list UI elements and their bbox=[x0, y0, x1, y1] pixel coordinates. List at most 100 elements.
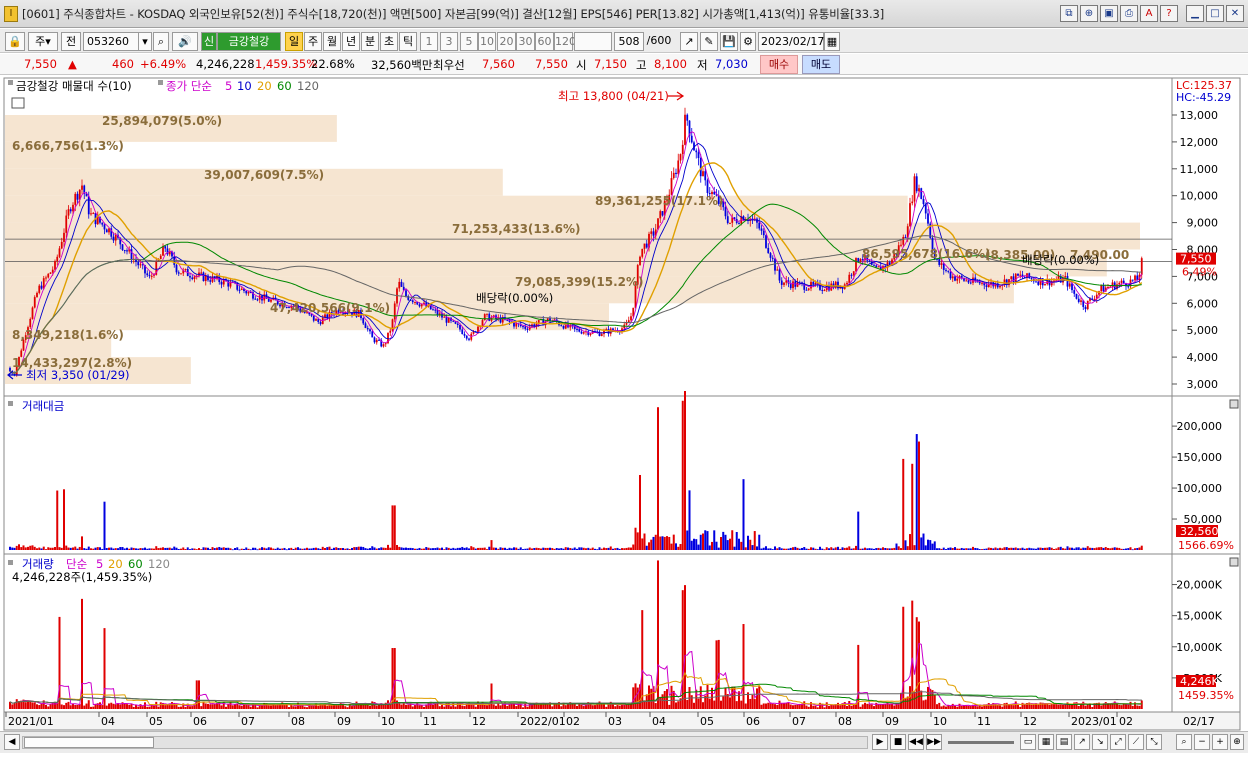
zoom-out-icon[interactable]: ⌕ bbox=[1176, 734, 1192, 750]
interval-input[interactable] bbox=[574, 32, 612, 51]
candle-body bbox=[177, 272, 180, 274]
interval-button-4[interactable]: 20 bbox=[497, 32, 516, 51]
period-button-4[interactable]: 분 bbox=[361, 32, 379, 51]
draw-ray-icon[interactable]: ⤢ bbox=[1110, 734, 1126, 750]
amount-bar bbox=[960, 547, 963, 550]
fast-forward-icon[interactable]: ▶▶ bbox=[926, 734, 942, 750]
scroll-left-icon[interactable]: ◀ bbox=[4, 734, 20, 750]
amount-bar bbox=[1100, 547, 1103, 550]
amount-bar bbox=[974, 547, 977, 550]
maximize-icon[interactable]: □ bbox=[1206, 5, 1224, 22]
volume-bar bbox=[758, 686, 761, 709]
period-button-5[interactable]: 초 bbox=[380, 32, 398, 51]
candle-body bbox=[317, 319, 320, 322]
count-input[interactable]: 508 bbox=[614, 32, 644, 51]
amount-bar bbox=[783, 548, 785, 550]
minus-icon[interactable]: − bbox=[1194, 734, 1210, 750]
interval-button-6[interactable]: 60 bbox=[535, 32, 554, 51]
restore-icon[interactable]: ⧉ bbox=[1060, 5, 1078, 22]
period-button-1[interactable]: 주 bbox=[304, 32, 322, 51]
candle-body bbox=[238, 289, 241, 291]
volume-bar bbox=[463, 706, 466, 709]
amount-collapse-icon[interactable] bbox=[1229, 399, 1239, 409]
zoom-icon[interactable]: ⊕ bbox=[1080, 5, 1098, 22]
volume-collapse-icon[interactable] bbox=[1229, 557, 1239, 567]
interval-button-7[interactable]: 120 bbox=[554, 32, 576, 51]
candle-body bbox=[1086, 300, 1089, 310]
chart-svg[interactable]: 13,00012,00011,00010,0009,0008,0007,0006… bbox=[0, 76, 1248, 731]
print-icon[interactable]: ⎙ bbox=[1120, 5, 1138, 22]
amount-bar bbox=[573, 547, 576, 550]
candle-body bbox=[398, 281, 401, 289]
candle-body bbox=[945, 269, 947, 271]
amount-bar bbox=[1053, 549, 1055, 550]
volume-bar bbox=[1059, 704, 1062, 709]
amount-bar bbox=[175, 547, 178, 550]
interval-button-5[interactable]: 30 bbox=[516, 32, 535, 51]
expand-icon[interactable]: ⊕ bbox=[1230, 734, 1244, 750]
turnover: 22.68% bbox=[311, 57, 355, 71]
volume-bar bbox=[960, 705, 963, 709]
close-icon[interactable]: ✕ bbox=[1226, 5, 1244, 22]
draw-line-icon[interactable]: ↗ bbox=[1074, 734, 1090, 750]
plus-icon[interactable]: + bbox=[1212, 734, 1228, 750]
sell-button[interactable]: 매도 bbox=[802, 55, 840, 74]
save-icon[interactable]: 💾 bbox=[720, 32, 738, 51]
price-tick-label: 4,000 bbox=[1187, 351, 1219, 364]
candle-body bbox=[1102, 285, 1105, 292]
amount-bar bbox=[1091, 547, 1094, 550]
draw-curve-icon[interactable]: ↘ bbox=[1092, 734, 1108, 750]
rewind-icon[interactable]: ◀◀ bbox=[908, 734, 924, 750]
candle-body bbox=[913, 176, 916, 202]
code-dropdown-icon[interactable]: ▾ bbox=[138, 32, 152, 51]
search-icon[interactable]: ⌕ bbox=[153, 32, 169, 51]
chart-area[interactable]: 13,000 12,000 11,000 10,000 9,000 8,000 7,000 6… bbox=[0, 76, 1248, 731]
pin-icon[interactable]: ▣ bbox=[1100, 5, 1118, 22]
tool-icon[interactable]: ↗ bbox=[680, 32, 698, 51]
amount-bar bbox=[411, 548, 414, 550]
volume-bar bbox=[434, 703, 437, 709]
code-input[interactable]: 053260 bbox=[83, 32, 139, 51]
candle-body bbox=[38, 285, 41, 293]
volume-profile-label: 71,253,433(13.6%) bbox=[452, 222, 581, 236]
interval-button-3[interactable]: 10 bbox=[478, 32, 496, 51]
amount-bar bbox=[895, 543, 898, 550]
volume-bar bbox=[245, 705, 248, 709]
candle-body bbox=[477, 326, 479, 332]
speaker-icon[interactable]: 🔊 bbox=[172, 32, 198, 51]
amount-bar bbox=[60, 547, 63, 550]
calendar-icon[interactable]: ▦ bbox=[824, 32, 840, 51]
scrollbar-thumb[interactable] bbox=[24, 737, 154, 748]
zoom-slider[interactable] bbox=[948, 741, 1014, 744]
interval-button-0[interactable]: 1 bbox=[420, 32, 438, 51]
interval-button-1[interactable]: 3 bbox=[440, 32, 458, 51]
candle-body bbox=[382, 344, 385, 347]
period-button-3[interactable]: 년 bbox=[342, 32, 360, 51]
settings-icon[interactable]: ⚙ bbox=[740, 32, 756, 51]
stop-icon[interactable]: ■ bbox=[890, 734, 906, 750]
draw-arrow-icon[interactable]: ⤡ bbox=[1146, 734, 1162, 750]
candle-body bbox=[162, 246, 164, 256]
period-button-6[interactable]: 틱 bbox=[399, 32, 417, 51]
layout-icon[interactable]: ▤ bbox=[1056, 734, 1072, 750]
period-button-0[interactable]: 일 bbox=[285, 32, 303, 51]
table-toggle-icon[interactable] bbox=[11, 97, 25, 109]
draw-icon[interactable]: ✎ bbox=[700, 32, 718, 51]
amount-bar bbox=[1055, 548, 1058, 550]
date-input[interactable]: 2023/02/17 bbox=[758, 32, 824, 51]
help-icon[interactable]: ? bbox=[1160, 5, 1178, 22]
prev-button[interactable]: 전 bbox=[61, 32, 81, 51]
minimize-icon[interactable]: ▁ bbox=[1186, 5, 1204, 22]
volume-bar bbox=[396, 700, 398, 709]
scroll-right-icon[interactable]: ▶ bbox=[872, 734, 888, 750]
buy-button[interactable]: 매수 bbox=[760, 55, 798, 74]
draw-fan-icon[interactable]: ⟋ bbox=[1128, 734, 1144, 750]
grid-icon[interactable]: ▦ bbox=[1038, 734, 1054, 750]
x-tick-label: 06 bbox=[746, 715, 760, 728]
period-button-2[interactable]: 월 bbox=[323, 32, 341, 51]
lock-icon[interactable]: 🔒 bbox=[5, 32, 25, 51]
interval-button-2[interactable]: 5 bbox=[460, 32, 478, 51]
chart-style-icon[interactable]: ▭ bbox=[1020, 734, 1036, 750]
type-select[interactable]: 주▾ bbox=[28, 32, 58, 51]
fit-icon[interactable]: A bbox=[1140, 5, 1158, 22]
